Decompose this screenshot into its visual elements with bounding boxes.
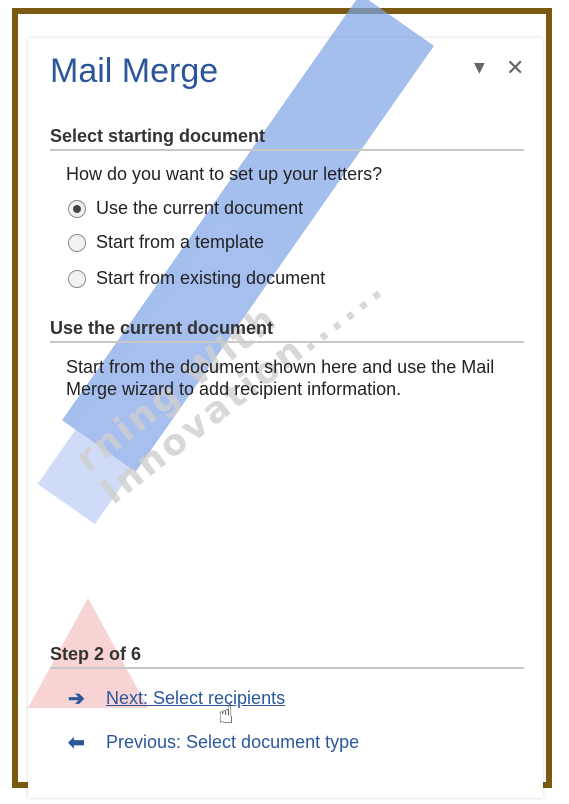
question-text: How do you want to set up your letters? xyxy=(66,164,383,184)
next-link[interactable]: ➔ Next: Select recipients xyxy=(68,686,285,711)
option-label: Start from a template xyxy=(96,232,265,252)
pane-title: Mail Merge xyxy=(50,52,219,90)
dropdown-arrow-icon[interactable]: ▼ xyxy=(474,60,485,76)
arrow-left-icon: ⬅ xyxy=(68,732,85,754)
option-existing-document[interactable]: Start from existing document xyxy=(68,268,325,289)
arrow-right-icon: ➔ xyxy=(68,688,85,710)
option-label: Use the current document xyxy=(96,198,304,218)
option-template[interactable]: Start from a template xyxy=(68,232,264,253)
step-indicator: Step 2 of 6 xyxy=(50,644,524,669)
section-description: Start from the document shown here and u… xyxy=(66,357,495,399)
mail-merge-pane: rning With Innovation...... Mail Merge ▼… xyxy=(28,0,543,798)
section-header-use-current: Use the current document xyxy=(50,318,524,343)
option-label: Start from existing document xyxy=(96,268,326,288)
hand-cursor-icon: ☝ xyxy=(218,700,234,730)
section-header-select-starting: Select starting document xyxy=(50,126,524,151)
previous-link[interactable]: ⬅ Previous: Select document type xyxy=(68,730,359,755)
radio-icon[interactable] xyxy=(68,269,86,288)
option-current-document[interactable]: Use the current document xyxy=(68,198,303,219)
next-link-label[interactable]: Next: Select recipients xyxy=(106,688,285,709)
close-icon[interactable]: ✕ xyxy=(506,56,524,81)
radio-icon[interactable] xyxy=(68,233,86,252)
previous-link-label[interactable]: Previous: Select document type xyxy=(106,732,359,753)
radio-checked-icon[interactable] xyxy=(68,199,86,218)
